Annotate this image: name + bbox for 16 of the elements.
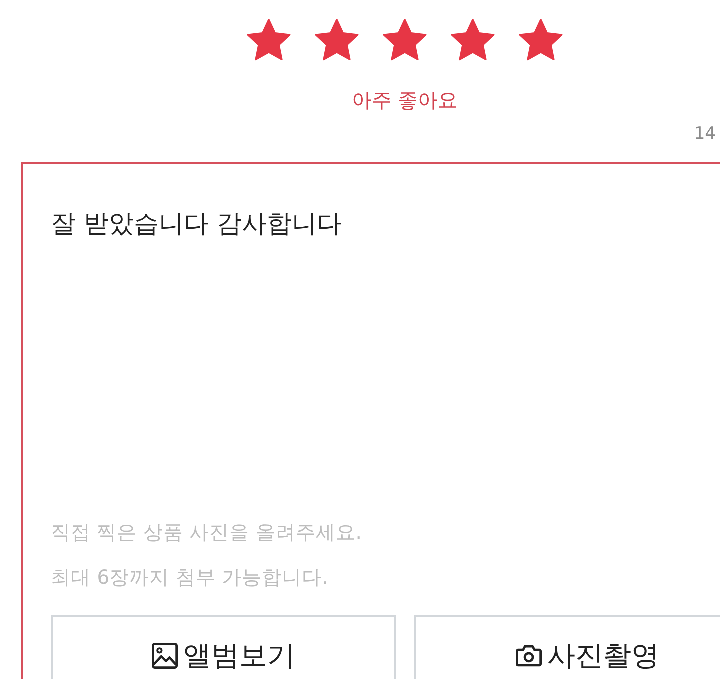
star-icon[interactable] [246,18,292,62]
album-button[interactable]: 앨범보기 [51,615,396,679]
character-count: 14 [694,124,716,144]
star-icon[interactable] [314,18,360,62]
photo-hint-text: 직접 찍은 상품 사진을 올려주세요. [51,520,363,546]
star-rating[interactable] [246,18,564,62]
rating-label: 아주 좋아요 [350,88,460,112]
take-photo-button[interactable]: 사진촬영 [414,615,720,679]
star-icon[interactable] [382,18,428,62]
review-text-field[interactable]: 잘 받았습니다 감사합니다 [51,206,720,504]
star-icon[interactable] [518,18,564,62]
photo-hint-text: 최대 6장까지 첨부 가능합니다. [51,565,330,592]
review-input-box[interactable]: 잘 받았습니다 감사합니다 직접 찍은 상품 사진을 올려주세요. 최대 6장까지 첨부 가능합니다. 앨범보기 사진촬영 [21,162,720,679]
camera-icon [516,643,542,670]
star-icon[interactable] [450,18,496,62]
image-icon [152,643,178,670]
